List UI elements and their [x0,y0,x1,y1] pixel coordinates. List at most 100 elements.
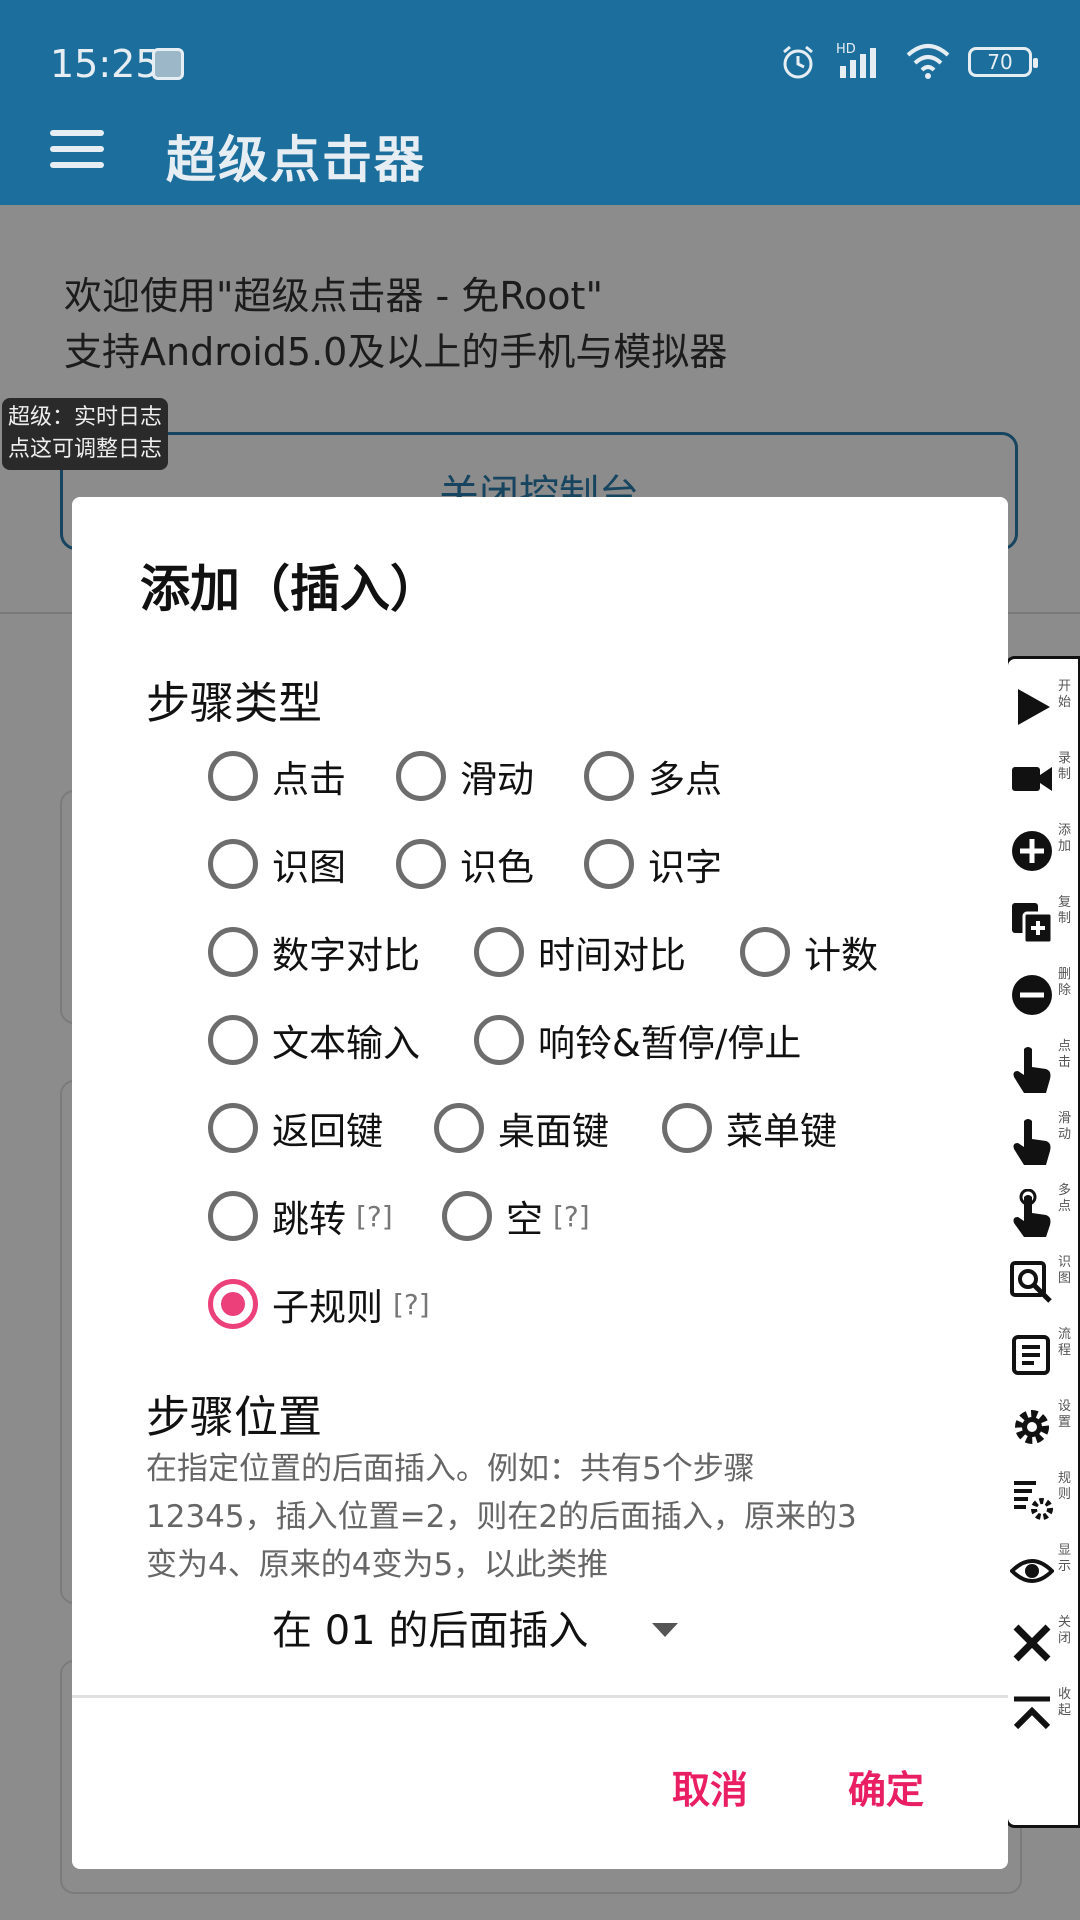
collapse-icon [1013,1696,1051,1730]
record-icon [1012,767,1052,791]
radio-label: 跳转 [272,1198,346,1241]
panel-label: 规则 [1058,1471,1072,1502]
panel-label: 点击 [1058,1039,1072,1070]
radio-button[interactable] [584,751,634,801]
rules-icon [1014,1481,1053,1520]
radio-sub-rule[interactable]: 子规则 [?] [208,1274,430,1334]
panel-label: 添加 [1058,823,1072,854]
radio-button[interactable] [474,927,524,977]
panel-label: 复制 [1058,895,1072,926]
status-time: 15:25 [50,42,160,86]
panel-record-button[interactable]: 录制 [1008,745,1080,817]
panel-add-button[interactable]: 添加 [1008,817,1080,889]
radio-button[interactable] [434,1103,484,1153]
radio-recognize-image[interactable]: 识图 [208,834,346,894]
position-desc-line-3: 变为4、原来的4变为5，以此类推 [146,1547,609,1583]
alarm-icon [783,45,813,79]
cancel-button[interactable]: 取消 [672,1759,748,1814]
panel-label: 收起 [1058,1687,1072,1718]
radio-button[interactable] [442,1191,492,1241]
radio-button[interactable] [208,751,258,801]
panel-label: 设置 [1058,1399,1072,1430]
panel-show-button[interactable]: 显示 [1008,1537,1080,1609]
delete-icon [1012,975,1052,1015]
radio-button-selected[interactable] [208,1279,258,1329]
image-search-icon [1010,1261,1052,1303]
eye-icon [1010,1559,1054,1583]
radio-label: 计数 [804,934,878,977]
radio-label: 时间对比 [538,934,686,977]
panel-settings-button[interactable]: 设置 [1008,1393,1080,1465]
radio-jump[interactable]: 跳转 [?] [208,1186,393,1246]
add-step-dialog: 添加（插入） 步骤类型 点击 滑动 多点 识图 识色 识字 数字对比 时间对比 … [72,497,1008,1869]
radio-button[interactable] [740,927,790,977]
radio-multi[interactable]: 多点 [584,746,722,806]
radio-recognize-text[interactable]: 识字 [584,834,722,894]
app-title: 超级点击器 [166,131,426,189]
help-link[interactable]: [?] [356,1200,393,1233]
panel-copy-button[interactable]: 复制 [1008,889,1080,961]
confirm-button[interactable]: 确定 [848,1759,924,1814]
radio-menu-key[interactable]: 菜单键 [662,1098,837,1158]
radio-count[interactable]: 计数 [740,922,878,982]
wifi-icon [906,44,950,79]
radio-button[interactable] [662,1103,712,1153]
radio-button[interactable] [474,1015,524,1065]
radio-button[interactable] [208,1015,258,1065]
radio-button[interactable] [396,839,446,889]
app-bar [0,125,1080,205]
log-overlay[interactable]: 超级：实时日志 点这可调整日志 [2,398,169,470]
radio-click[interactable]: 点击 [208,746,346,806]
panel-flow-button[interactable]: 流程 [1008,1321,1080,1393]
panel-label: 识图 [1058,1255,1072,1286]
radio-button[interactable] [208,1103,258,1153]
panel-label: 删除 [1058,967,1072,998]
radio-button[interactable] [396,751,446,801]
radio-number-compare[interactable]: 数字对比 [208,922,420,982]
panel-label: 显示 [1058,1543,1072,1574]
radio-button[interactable] [208,839,258,889]
radio-button[interactable] [584,839,634,889]
radio-button[interactable] [208,1191,258,1241]
radio-empty[interactable]: 空 [?] [442,1186,590,1246]
radio-text-input[interactable]: 文本输入 [208,1010,420,1070]
close-icon [1013,1624,1051,1662]
radio-back-key[interactable]: 返回键 [208,1098,383,1158]
panel-image-search-button[interactable]: 识图 [1008,1249,1080,1321]
radio-label: 滑动 [460,758,534,801]
panel-rules-button[interactable]: 规则 [1008,1465,1080,1537]
dialog-divider [72,1695,1008,1698]
signal-icon [840,48,876,78]
notification-app-icon [152,48,184,80]
panel-multi-touch-button[interactable]: 多点 [1008,1177,1080,1249]
position-dropdown[interactable]: 在 01 的后面插入 [272,1597,679,1657]
radio-home-key[interactable]: 桌面键 [434,1098,609,1158]
help-link[interactable]: [?] [393,1288,430,1321]
flow-icon [1012,1335,1050,1375]
panel-close-button[interactable]: 关闭 [1008,1609,1080,1681]
radio-button[interactable] [208,927,258,977]
panel-tap-button[interactable]: 点击 [1008,1033,1080,1105]
radio-time-compare[interactable]: 时间对比 [474,922,686,982]
radio-recognize-color[interactable]: 识色 [396,834,534,894]
panel-start-button[interactable]: 开始 [1008,673,1080,745]
log-overlay-line-1: 超级：实时日志 [8,405,163,430]
help-link[interactable]: [?] [553,1200,590,1233]
panel-swipe-button[interactable]: 滑动 [1008,1105,1080,1177]
floating-control-panel: 开始 录制 添加 复制 删除 点击 滑动 多点 识图 流程 设置 规则 显示 关… [1005,656,1080,1828]
radio-label: 子规则 [272,1286,383,1329]
radio-label: 返回键 [272,1110,383,1153]
menu-icon[interactable] [50,130,104,168]
add-icon [1012,831,1052,871]
radio-ring-pause[interactable]: 响铃&暂停/停止 [474,1010,801,1070]
step-position-title: 步骤位置 [146,1392,322,1443]
panel-delete-button[interactable]: 删除 [1008,961,1080,1033]
position-value: 在 01 的后面插入 [272,1608,589,1654]
panel-collapse-button[interactable]: 收起 [1008,1681,1080,1753]
radio-label: 响铃&暂停/停止 [538,1022,802,1065]
position-desc-line-1: 在指定位置的后面插入。例如：共有5个步骤 [146,1451,755,1487]
radio-swipe[interactable]: 滑动 [396,746,534,806]
radio-label: 识色 [460,846,534,889]
radio-label: 文本输入 [272,1022,420,1065]
swipe-icon [1013,1119,1051,1165]
